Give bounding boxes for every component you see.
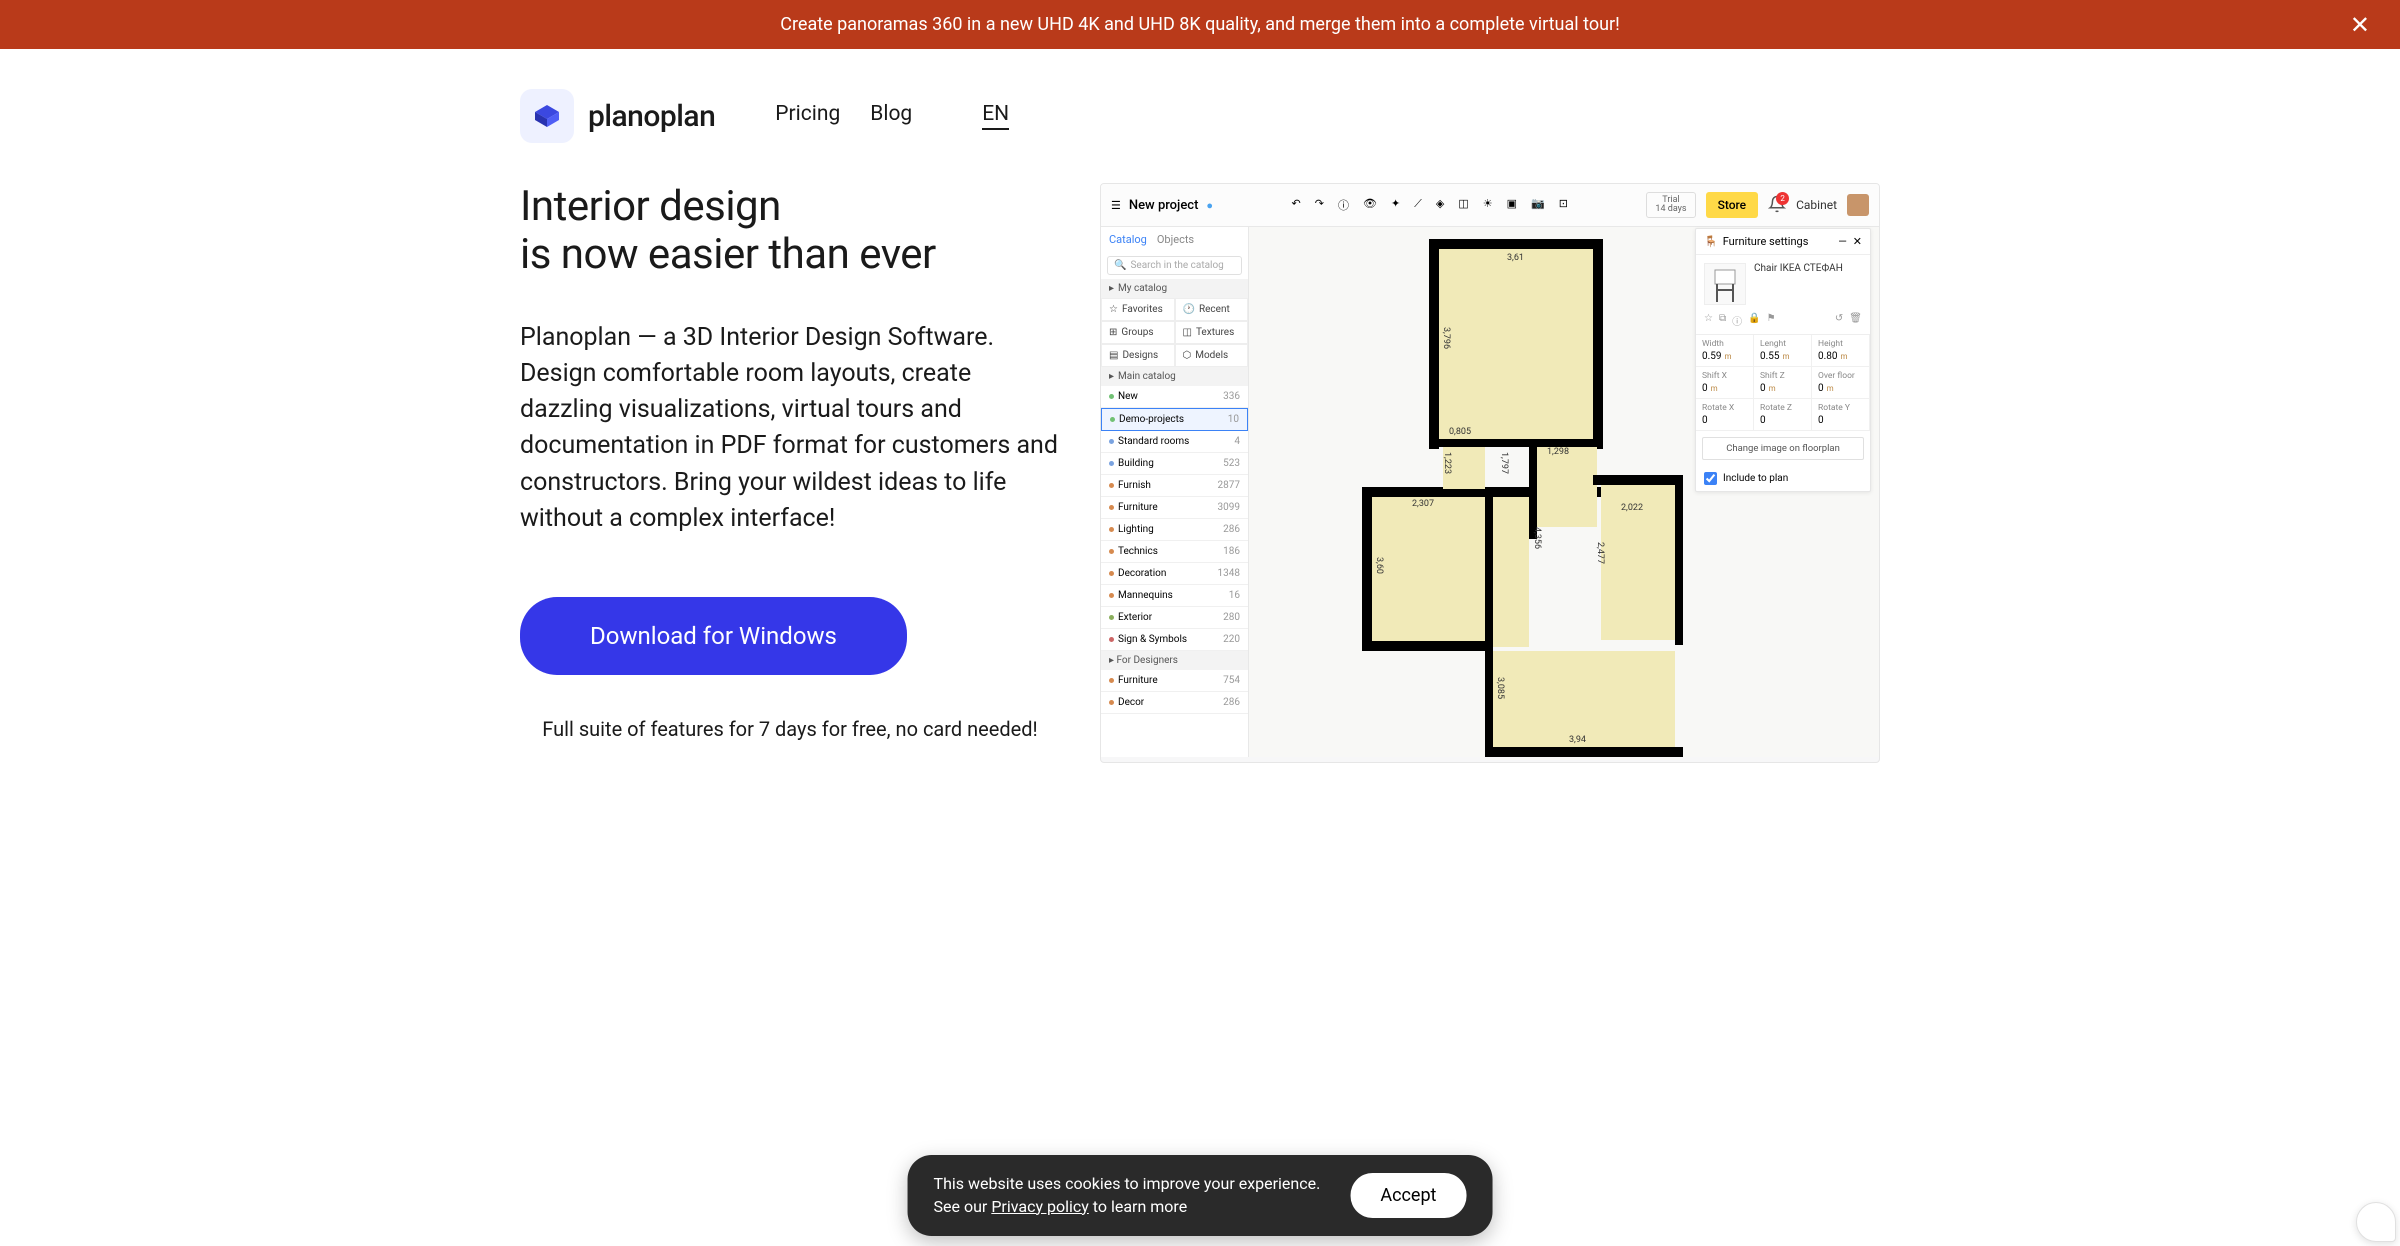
sun-icon[interactable]: ☀ <box>1483 197 1493 213</box>
minimize-icon[interactable]: — <box>1838 235 1847 248</box>
furniture-icon: 🪑 <box>1704 235 1718 248</box>
ruler-icon[interactable]: ⟋ <box>1414 197 1422 213</box>
undo-icon[interactable]: ↶ <box>1292 197 1301 213</box>
cookie-bar: This website uses cookies to improve you… <box>908 1155 1493 1236</box>
cabinet-link[interactable]: Cabinet <box>1796 198 1837 212</box>
avatar[interactable] <box>1847 194 1869 216</box>
catalog-row[interactable]: Sign & Symbols220 <box>1101 629 1248 651</box>
include-checkbox[interactable]: Include to plan <box>1696 466 1870 491</box>
cell-designs[interactable]: ▤ Designs <box>1101 344 1175 367</box>
wand-icon[interactable]: ✦ <box>1391 197 1400 213</box>
reset-icon[interactable]: ↺ <box>1835 313 1843 328</box>
property-field[interactable]: Width0.59m <box>1696 335 1754 367</box>
nav-pricing[interactable]: Pricing <box>775 102 840 130</box>
promo-banner: Create panoramas 360 in a new UHD 4K and… <box>0 0 2400 49</box>
search-input[interactable]: 🔍 Search in the catalog <box>1107 256 1242 275</box>
catalog-row[interactable]: Furnish2877 <box>1101 475 1248 497</box>
menu-icon[interactable]: ☰ <box>1111 199 1121 212</box>
cell-recent[interactable]: 🕐 Recent <box>1175 298 1249 321</box>
star-icon[interactable]: ☆ <box>1704 313 1713 328</box>
catalog-row[interactable]: New336 <box>1101 386 1248 408</box>
redo-icon[interactable]: ↷ <box>1315 197 1324 213</box>
chat-icon[interactable] <box>2356 1202 2396 1242</box>
hero-note: Full suite of features for 7 days for fr… <box>520 715 1060 743</box>
search-icon: 🔍 <box>1114 260 1126 271</box>
property-field[interactable]: Over floor0m <box>1812 367 1870 399</box>
layers-icon[interactable]: ◫ <box>1458 197 1468 213</box>
cell-groups[interactable]: ⊞ Groups <box>1101 321 1175 344</box>
delete-icon[interactable]: 🗑 <box>1849 313 1862 328</box>
panorama-icon[interactable]: ⊡ <box>1559 197 1568 213</box>
logo-icon <box>520 89 574 143</box>
hero-description: Planoplan — a 3D Interior Design Softwar… <box>520 320 1060 538</box>
tab-catalog[interactable]: Catalog <box>1109 233 1147 246</box>
trial-badge[interactable]: Trial14 days <box>1646 192 1695 218</box>
project-name[interactable]: New project <box>1129 198 1199 213</box>
brand-name: planoplan <box>588 99 715 134</box>
hero-title: Interior designis now easier than ever <box>520 183 1060 280</box>
app-screenshot: ☰ New project ● ↶ ↷ ⓘ 👁 ✦ ⟋ ◈ ◫ ☀ ▣ 📷 ⊡ <box>1100 183 1880 763</box>
catalog-row[interactable]: Technics186 <box>1101 541 1248 563</box>
catalog-row[interactable]: Decoration1348 <box>1101 563 1248 585</box>
store-button[interactable]: Store <box>1706 192 1759 218</box>
catalog-row[interactable]: Lighting286 <box>1101 519 1248 541</box>
catalog-row[interactable]: Furniture754 <box>1101 670 1248 692</box>
property-field[interactable]: Height0.80m <box>1812 335 1870 367</box>
accept-button[interactable]: Accept <box>1350 1173 1466 1218</box>
eye-icon[interactable]: 👁 <box>1363 197 1377 213</box>
download-button[interactable]: Download for Windows <box>520 597 907 675</box>
cube-icon[interactable]: ▣ <box>1507 197 1517 213</box>
property-field[interactable]: Rotate Z0 <box>1754 399 1812 431</box>
change-image-button[interactable]: Change image on floorplan <box>1702 437 1864 460</box>
property-field[interactable]: Lenght0.55m <box>1754 335 1812 367</box>
camera-icon[interactable]: 📷 <box>1531 197 1545 213</box>
banner-text: Create panoramas 360 in a new UHD 4K and… <box>780 14 1620 35</box>
catalog-row[interactable]: Exterior280 <box>1101 607 1248 629</box>
main-nav: planoplan Pricing Blog EN <box>520 49 1880 183</box>
section-main-catalog[interactable]: ▸ Main catalog <box>1101 367 1248 386</box>
property-field[interactable]: Rotate Y0 <box>1812 399 1870 431</box>
cell-favorites[interactable]: ☆ Favorites <box>1101 298 1175 321</box>
nav-blog[interactable]: Blog <box>870 102 912 130</box>
info2-icon[interactable]: ⓘ <box>1732 313 1742 328</box>
catalog-row[interactable]: Furniture3099 <box>1101 497 1248 519</box>
cell-textures[interactable]: ◫ Textures <box>1175 321 1249 344</box>
catalog-row[interactable]: Decor286 <box>1101 692 1248 714</box>
catalog-sidebar: Catalog Objects 🔍 Search in the catalog … <box>1101 227 1249 757</box>
catalog-row[interactable]: Building523 <box>1101 453 1248 475</box>
tag-icon[interactable]: ◈ <box>1436 197 1444 213</box>
catalog-section[interactable]: ▸ For Designers <box>1101 651 1248 670</box>
tab-objects[interactable]: Objects <box>1157 233 1194 246</box>
catalog-row[interactable]: Mannequins16 <box>1101 585 1248 607</box>
property-field[interactable]: Shift X0m <box>1696 367 1754 399</box>
copy-icon[interactable]: ⧉ <box>1719 313 1726 328</box>
info-icon[interactable]: ⓘ <box>1338 197 1349 213</box>
privacy-link[interactable]: Privacy policy <box>991 1197 1089 1216</box>
cell-models[interactable]: ⬡ Models <box>1175 344 1249 367</box>
flag-icon[interactable]: ⚑ <box>1767 313 1776 328</box>
catalog-row[interactable]: Standard rooms4 <box>1101 431 1248 453</box>
catalog-row[interactable]: Demo-projects10 <box>1101 408 1248 431</box>
section-my-catalog[interactable]: ▸ My catalog <box>1101 279 1248 298</box>
property-field[interactable]: Shift Z0m <box>1754 367 1812 399</box>
item-preview <box>1704 263 1746 305</box>
lock-icon[interactable]: 🔒 <box>1748 313 1760 328</box>
furniture-settings-panel: 🪑Furniture settings —✕ Chair IKEA СТЕФАН… <box>1695 228 1871 492</box>
logo[interactable]: planoplan <box>520 89 715 143</box>
close-icon[interactable]: ✕ <box>2350 11 2370 39</box>
close-panel-icon[interactable]: ✕ <box>1853 235 1862 248</box>
bell-icon[interactable]: 2 <box>1768 195 1786 216</box>
item-title: Chair IKEA СТЕФАН <box>1754 263 1862 305</box>
property-field[interactable]: Rotate X0 <box>1696 399 1754 431</box>
language-selector[interactable]: EN <box>982 102 1009 130</box>
